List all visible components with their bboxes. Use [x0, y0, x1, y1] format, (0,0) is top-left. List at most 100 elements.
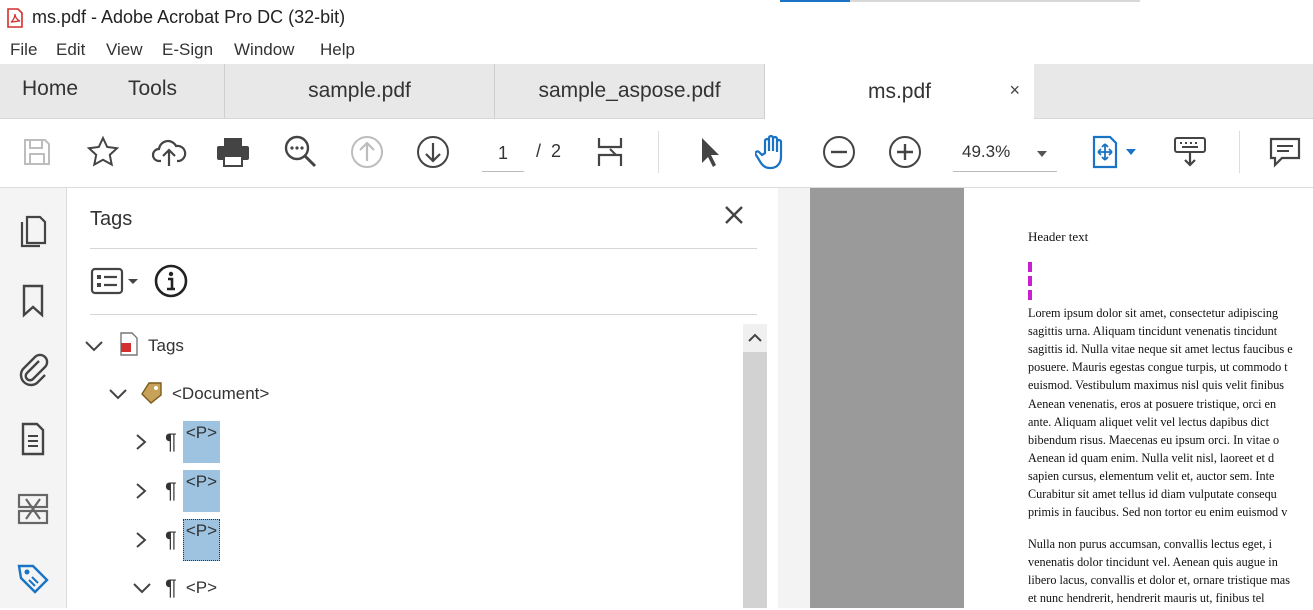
pilcrow-icon: ¶	[165, 478, 177, 503]
bookmark-star-button[interactable]	[83, 132, 123, 172]
page-total: 2	[551, 141, 562, 161]
cloud-upload-icon	[151, 139, 187, 166]
scroll-up-button[interactable]	[743, 324, 767, 352]
search-icon	[284, 135, 317, 168]
close-tab-icon[interactable]: ×	[1009, 80, 1020, 101]
pdf-page[interactable]: Header text Lorem ipsum dolor sit amet, …	[964, 188, 1313, 608]
zoom-out-button[interactable]	[819, 132, 859, 172]
pilcrow-icon: ¶	[165, 429, 177, 454]
bookmark-icon	[22, 284, 44, 318]
menu-esign[interactable]: E-Sign	[162, 40, 213, 60]
save-button[interactable]	[17, 132, 57, 172]
tree-item-document[interactable]: <Document>	[107, 372, 272, 416]
page-view-button[interactable]	[1088, 132, 1144, 172]
minus-circle-icon	[823, 136, 855, 168]
page-thumbnails-button[interactable]	[15, 212, 51, 250]
tree-item-p[interactable]: ¶ <P>	[131, 420, 221, 464]
tag-icon	[139, 380, 165, 409]
toolbar-separator	[1239, 131, 1240, 173]
toolbar: 1 / 2 49.3%	[0, 119, 1313, 188]
comment-button[interactable]	[1265, 132, 1305, 172]
tags-button[interactable]	[15, 560, 51, 598]
pages-icon	[20, 215, 47, 248]
tree-label: <P>	[182, 519, 221, 561]
page-fit-button[interactable]	[590, 132, 630, 172]
document-gutter	[778, 188, 810, 608]
order-icon	[17, 493, 49, 525]
tree-item-p[interactable]: ¶ <P>	[131, 566, 220, 610]
tree-label: Tags	[148, 336, 184, 355]
paragraph-3: Nulla non purus accumsan, convallis lect…	[1028, 537, 1290, 605]
tree-item-p[interactable]: ¶ <P>	[131, 469, 221, 513]
previous-page-button[interactable]	[347, 132, 387, 172]
menu-window[interactable]: Window	[234, 40, 294, 60]
home-tools-area: Home Tools	[0, 64, 224, 118]
tab-sample-aspose-pdf[interactable]: sample_aspose.pdf	[494, 64, 764, 118]
menu-help[interactable]: Help	[320, 40, 355, 60]
tab-bar: Home Tools sample.pdf sample_aspose.pdf …	[0, 64, 1313, 119]
fit-page-icon	[597, 138, 623, 166]
panel-title: Tags	[90, 208, 133, 230]
chevron-down-icon	[133, 583, 151, 594]
pdf-app-icon	[6, 8, 24, 33]
print-button[interactable]	[213, 132, 253, 172]
navigation-rail	[0, 188, 67, 608]
tree-label: <P>	[185, 578, 218, 597]
close-icon[interactable]	[723, 204, 745, 231]
tree-item-tags[interactable]: Tags	[83, 324, 187, 368]
bookmarks-button[interactable]	[15, 282, 51, 320]
menu-bar: File Edit View E-Sign Window Help	[0, 36, 1313, 64]
tab-ms-pdf[interactable]: ms.pdf ×	[764, 64, 1034, 119]
keyboard-icon	[1174, 137, 1206, 167]
tab-label: sample.pdf	[308, 79, 411, 102]
chevron-down-icon	[109, 389, 127, 400]
order-button[interactable]	[15, 490, 51, 528]
menu-edit[interactable]: Edit	[56, 40, 85, 60]
find-text-button[interactable]	[281, 132, 321, 172]
paperclip-icon	[19, 353, 49, 387]
tree-scrollbar[interactable]	[743, 324, 767, 608]
zoom-in-button[interactable]	[885, 132, 925, 172]
next-page-button[interactable]	[413, 132, 453, 172]
chevron-right-icon	[136, 483, 147, 499]
window-title: ms.pdf - Adobe Acrobat Pro DC (32-bit)	[32, 7, 346, 27]
tree-label: <P>	[182, 470, 221, 512]
arrow-up-circle-icon	[351, 136, 383, 168]
document-background	[810, 188, 964, 608]
chevron-down-icon	[1037, 151, 1047, 157]
upload-cloud-button[interactable]	[149, 132, 189, 172]
select-tool-button[interactable]	[688, 132, 728, 172]
zoom-level-value: 49.3%	[962, 142, 1011, 161]
window-grey-line	[850, 0, 1140, 2]
tag-icon	[17, 564, 49, 594]
plus-circle-icon	[889, 136, 921, 168]
pilcrow-icon: ¶	[165, 575, 177, 600]
header-text: Header text	[1028, 229, 1089, 244]
keyboard-tools-button[interactable]	[1170, 132, 1210, 172]
tab-home[interactable]: Home	[22, 77, 78, 101]
page-number-input[interactable]: 1	[482, 141, 524, 172]
menu-view[interactable]: View	[106, 40, 143, 60]
save-icon	[24, 139, 50, 165]
info-icon[interactable]	[154, 264, 188, 303]
paragraph-1: Lorem ipsum dolor sit amet, consectetur …	[1028, 306, 1293, 392]
menu-file[interactable]: File	[10, 40, 37, 60]
hand-tool-button[interactable]	[753, 132, 793, 172]
tab-tools[interactable]: Tools	[128, 77, 177, 101]
attachments-button[interactable]	[15, 350, 51, 388]
chevron-right-icon	[136, 434, 147, 450]
content-button[interactable]	[15, 420, 51, 458]
cursor-arrow-icon	[702, 138, 719, 167]
options-menu-button[interactable]	[90, 265, 142, 302]
document-icon	[21, 422, 45, 456]
chevron-right-icon	[136, 532, 147, 548]
zoom-level-dropdown[interactable]: 49.3%	[953, 139, 1057, 172]
tab-sample-pdf[interactable]: sample.pdf	[224, 64, 494, 118]
tag-marker	[1028, 262, 1032, 300]
tab-label: ms.pdf	[867, 79, 932, 103]
page-view-icon	[1092, 135, 1136, 169]
tree-label: <Document>	[172, 384, 270, 403]
paragraph-2: Aenean venenatis, eros at posuere tristi…	[1028, 397, 1288, 519]
tree-item-p[interactable]: ¶ <P>	[131, 518, 221, 562]
title-bar: ms.pdf - Adobe Acrobat Pro DC (32-bit)	[0, 0, 1313, 36]
